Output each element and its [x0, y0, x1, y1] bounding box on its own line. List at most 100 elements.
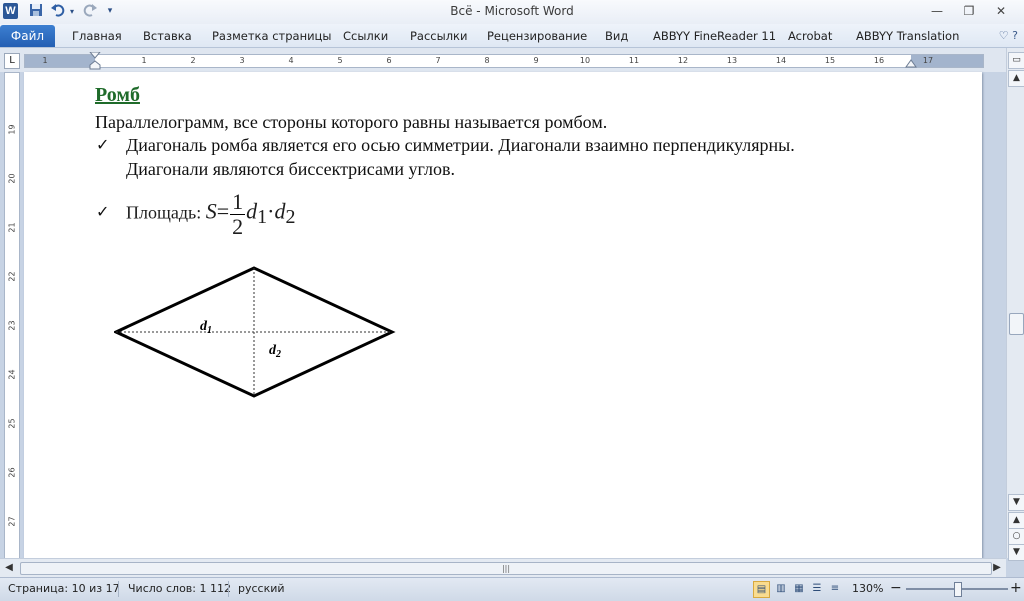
tab-acrobat[interactable]: Acrobat — [788, 29, 832, 43]
fraction-denominator: 2 — [232, 214, 244, 239]
ruler-number: 22 — [7, 271, 17, 282]
ruler-number: 25 — [7, 418, 17, 429]
diagonal-1-label: d1 — [200, 319, 212, 336]
formula-d2: d — [274, 198, 286, 224]
close-button[interactable]: ✕ — [988, 2, 1014, 20]
ruler-number: 17 — [922, 56, 934, 65]
ruler-number: 8 — [484, 56, 490, 65]
minimize-button[interactable]: — — [924, 2, 950, 20]
check-icon: ✓ — [96, 202, 110, 221]
zoom-in-button[interactable]: + — [1010, 580, 1022, 596]
tab-review[interactable]: Рецензирование — [487, 29, 587, 43]
ruler-number: 16 — [873, 56, 885, 65]
formula-fraction: 12 — [230, 189, 246, 239]
area-formula: Площадь: S= 1 2 d1·d2 — [126, 190, 295, 239]
ruler-number: 7 — [435, 56, 441, 65]
title-bar: W ▾ ▾ Всё - Microsoft Word — ❐ ✕ — [0, 0, 1024, 24]
web-layout-view-icon[interactable]: ▦ — [791, 581, 807, 597]
right-indent-marker-icon[interactable] — [905, 58, 917, 68]
scroll-down-button[interactable]: ▼ — [1008, 494, 1024, 511]
ruler-number: 13 — [726, 56, 738, 65]
tab-mailings[interactable]: Рассылки — [410, 29, 467, 43]
formula-sub1: 1 — [257, 206, 268, 229]
ruler-number: 24 — [7, 369, 17, 380]
scroll-right-button[interactable]: ▶ — [990, 561, 1004, 575]
ruler-number: 20 — [7, 173, 17, 184]
ruler-number: 3 — [239, 56, 245, 65]
ruler-number: 4 — [288, 56, 294, 65]
full-screen-reading-view-icon[interactable]: ▥ — [773, 581, 789, 597]
ruler-number: 27 — [7, 516, 17, 527]
page-count-status[interactable]: Страница: 10 из 17 — [8, 582, 120, 595]
restore-button[interactable]: ❐ — [956, 2, 982, 20]
scroll-up-button[interactable]: ▲ — [1008, 70, 1024, 87]
ruler-number: 12 — [677, 56, 689, 65]
ruler-number: 5 — [337, 56, 343, 65]
ruler-number: 2 — [190, 56, 196, 65]
window-title: Всё - Microsoft Word — [450, 4, 574, 18]
view-ruler-toggle-button[interactable]: ▭ — [1008, 52, 1024, 69]
status-divider — [228, 581, 229, 597]
outline-view-icon[interactable]: ☰ — [809, 581, 825, 597]
area-label: Площадь: — [126, 202, 206, 223]
next-page-button[interactable]: ▼ — [1008, 544, 1024, 561]
definition-text: Параллелограмм, все стороны которого рав… — [95, 112, 608, 132]
bullet-text: Диагонали являются биссектрисами углов. — [126, 159, 455, 179]
vertical-ruler[interactable]: 19 20 21 22 23 24 25 26 27 — [4, 72, 20, 560]
ruler-row: L 1 1 2 3 4 5 6 7 8 9 10 11 12 13 14 15 … — [0, 48, 1024, 72]
vertical-scrollbar[interactable]: ▭ ▲ ▼ ▲ ○ ▼ — [1006, 48, 1024, 561]
tab-abbyy-finereader[interactable]: ABBYY FineReader 11 — [653, 29, 776, 43]
formula-d1: d — [246, 198, 258, 224]
ruler-number: 19 — [7, 124, 17, 135]
horizontal-scroll-thumb[interactable]: ||| — [20, 562, 992, 575]
horizontal-ruler[interactable]: 1 1 2 3 4 5 6 7 8 9 10 11 12 13 14 15 16… — [24, 52, 984, 70]
horizontal-scrollbar[interactable]: ◀ ||| ▶ — [0, 558, 1006, 577]
diagonal-2-label: d2 — [269, 343, 281, 360]
tab-insert[interactable]: Вставка — [143, 29, 192, 43]
tab-selector-button[interactable]: L — [4, 53, 20, 69]
tab-file[interactable]: Файл — [0, 25, 55, 47]
ruler-number: 15 — [824, 56, 836, 65]
tab-page-layout[interactable]: Разметка страницы — [212, 29, 331, 43]
zoom-level[interactable]: 130% — [852, 582, 883, 595]
select-browse-object-button[interactable]: ○ — [1008, 528, 1024, 545]
scroll-left-button[interactable]: ◀ — [2, 561, 16, 575]
ruler-number: 23 — [7, 320, 17, 331]
status-divider — [118, 581, 119, 597]
status-bar: Страница: 10 из 17 Число слов: 1 112 рус… — [0, 577, 1024, 601]
tab-references[interactable]: Ссылки — [343, 29, 388, 43]
page-title: Ромб — [95, 84, 140, 106]
ruler-number: 9 — [533, 56, 539, 65]
indent-marker-icon[interactable] — [89, 52, 101, 70]
print-layout-view-icon[interactable]: ▤ — [753, 581, 770, 598]
bullet-text: Диагональ ромба является его осью симмет… — [126, 135, 795, 155]
ruler-number: 26 — [7, 467, 17, 478]
rhombus-figure: d1 d2 — [114, 266, 396, 398]
draft-view-icon[interactable]: ≡ — [827, 581, 843, 597]
ruler-number: 10 — [579, 56, 591, 65]
formula-s: S — [205, 198, 217, 224]
check-icon: ✓ — [96, 135, 110, 154]
ruler-number: 6 — [386, 56, 392, 65]
word-count-status[interactable]: Число слов: 1 112 — [128, 582, 231, 595]
tab-home[interactable]: Главная — [72, 29, 122, 43]
ruler-left-margin — [25, 55, 95, 67]
help-icon[interactable]: ♡ ? — [999, 29, 1018, 42]
tab-view[interactable]: Вид — [605, 29, 628, 43]
ruler-number: 21 — [7, 222, 17, 233]
tab-abbyy-translation[interactable]: ABBYY Translation — [856, 29, 959, 43]
ruler-number: 11 — [628, 56, 640, 65]
ruler-number: 14 — [775, 56, 787, 65]
ribbon-tabs: Файл Главная Вставка Разметка страницы С… — [0, 24, 1024, 48]
fraction-numerator: 1 — [230, 189, 246, 215]
ruler-number: 1 — [141, 56, 147, 65]
zoom-out-button[interactable]: − — [890, 580, 902, 596]
zoom-slider-thumb[interactable] — [954, 582, 962, 597]
formula-equals: = — [216, 198, 230, 224]
previous-page-button[interactable]: ▲ — [1008, 512, 1024, 529]
vertical-scroll-thumb[interactable] — [1009, 313, 1024, 335]
ruler-number: 1 — [42, 56, 48, 65]
document-page[interactable]: Ромб Параллелограмм, все стороны которог… — [24, 72, 982, 558]
language-status[interactable]: русский — [238, 582, 285, 595]
formula-sub2: 2 — [285, 206, 296, 229]
